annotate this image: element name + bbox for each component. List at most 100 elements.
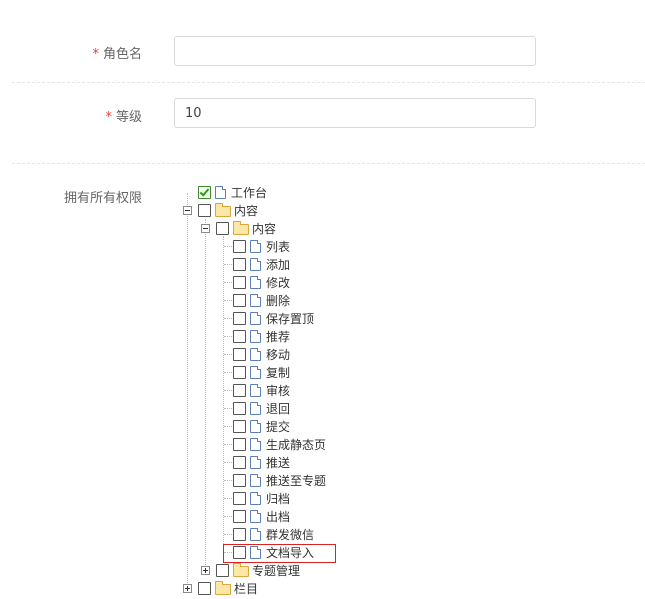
tree-line bbox=[224, 372, 232, 373]
tree-node-leaf: 退回 bbox=[233, 399, 290, 417]
tree-node-label[interactable]: 移动 bbox=[266, 346, 290, 363]
document-icon bbox=[250, 239, 261, 253]
tree-node-content-root: 内容 bbox=[183, 201, 258, 219]
tree-node-label[interactable]: 群发微信 bbox=[266, 526, 314, 543]
tree-node-label[interactable]: 列表 bbox=[266, 238, 290, 255]
tree-line bbox=[224, 480, 232, 481]
document-icon bbox=[250, 329, 261, 343]
tree-node-leaf: 生成静态页 bbox=[233, 435, 326, 453]
tree-node-leaf: 推荐 bbox=[233, 327, 290, 345]
tree-node-label[interactable]: 工作台 bbox=[231, 184, 267, 201]
document-icon bbox=[250, 275, 261, 289]
checkbox-icon[interactable] bbox=[198, 581, 211, 595]
tree-node-leaf: 删除 bbox=[233, 291, 290, 309]
document-icon bbox=[215, 185, 226, 199]
tree-line bbox=[224, 498, 232, 499]
checkbox-icon[interactable] bbox=[233, 509, 246, 523]
tree-node-leaf: 出档 bbox=[233, 507, 290, 525]
tree-node-label[interactable]: 修改 bbox=[266, 274, 290, 291]
tree-node-label[interactable]: 推送至专题 bbox=[266, 472, 326, 489]
tree-node-leaf: 复制 bbox=[233, 363, 290, 381]
checkbox-icon[interactable] bbox=[233, 383, 246, 397]
tree-node-label[interactable]: 提交 bbox=[266, 418, 290, 435]
checkbox-icon[interactable] bbox=[233, 455, 246, 469]
tree-node-leaf: 归档 bbox=[233, 489, 290, 507]
tree-line bbox=[224, 336, 232, 337]
tree-node-label[interactable]: 生成静态页 bbox=[266, 436, 326, 453]
checkbox-icon[interactable] bbox=[233, 437, 246, 451]
checkbox-checked-icon[interactable] bbox=[198, 185, 211, 199]
tree-line bbox=[224, 264, 232, 265]
checkbox-icon[interactable] bbox=[233, 311, 246, 325]
checkbox-icon[interactable] bbox=[233, 329, 246, 343]
tree-line bbox=[224, 408, 232, 409]
tree-node-label[interactable]: 保存置顶 bbox=[266, 310, 314, 327]
document-icon bbox=[250, 383, 261, 397]
tree-line bbox=[224, 390, 232, 391]
checkbox-icon[interactable] bbox=[233, 347, 246, 361]
checkbox-icon[interactable] bbox=[233, 419, 246, 433]
checkbox-icon[interactable] bbox=[233, 401, 246, 415]
checkbox-icon[interactable] bbox=[233, 527, 246, 541]
checkbox-icon[interactable] bbox=[233, 257, 246, 271]
tree-node-label[interactable]: 内容 bbox=[234, 202, 258, 219]
tree-node-label[interactable]: 栏目 bbox=[234, 580, 258, 597]
folder-open-icon bbox=[215, 202, 231, 217]
document-icon bbox=[250, 527, 261, 541]
tree-node-leaf: 群发微信 bbox=[233, 525, 314, 543]
tree-line bbox=[224, 300, 232, 301]
tree-node-label[interactable]: 添加 bbox=[266, 256, 290, 273]
collapse-icon[interactable] bbox=[201, 223, 210, 233]
document-icon bbox=[250, 401, 261, 415]
expand-icon[interactable] bbox=[183, 583, 192, 593]
tree-node-leaf: 修改 bbox=[233, 273, 290, 291]
tree-node-label[interactable]: 归档 bbox=[266, 490, 290, 507]
document-icon bbox=[250, 293, 261, 307]
tree-line bbox=[224, 444, 232, 445]
tree-node-label[interactable]: 内容 bbox=[252, 220, 276, 237]
checkbox-icon[interactable] bbox=[198, 203, 211, 217]
tree-node-label[interactable]: 退回 bbox=[266, 400, 290, 417]
checkbox-icon[interactable] bbox=[233, 275, 246, 289]
tree-node-leaf: 推送 bbox=[233, 453, 290, 471]
checkbox-icon[interactable] bbox=[233, 365, 246, 379]
document-icon bbox=[250, 311, 261, 325]
permission-tree: 工作台 内容 内容 列表 添加 修改 删除 保存置顶 推荐 移动 复制 审核 退回 提交 生成静态页推… bbox=[0, 0, 645, 599]
tree-node-label[interactable]: 专题管理 bbox=[252, 562, 300, 579]
folder-closed-icon bbox=[215, 580, 231, 595]
tree-node-label[interactable]: 出档 bbox=[266, 508, 290, 525]
document-icon bbox=[250, 347, 261, 361]
tree-node-label[interactable]: 推荐 bbox=[266, 328, 290, 345]
collapse-icon[interactable] bbox=[183, 205, 192, 215]
expand-icon[interactable] bbox=[201, 565, 210, 575]
tree-line bbox=[224, 462, 232, 463]
tree-line bbox=[224, 426, 232, 427]
tree-line bbox=[224, 516, 232, 517]
checkbox-icon[interactable] bbox=[216, 221, 229, 235]
tree-node-label[interactable]: 复制 bbox=[266, 364, 290, 381]
tree-node-content: 内容 bbox=[201, 219, 276, 237]
checkbox-icon[interactable] bbox=[216, 563, 229, 577]
tree-node-label[interactable]: 删除 bbox=[266, 292, 290, 309]
tree-node-leaf: 列表 bbox=[233, 237, 290, 255]
document-icon bbox=[250, 365, 261, 379]
tree-node-leaf: 提交 bbox=[233, 417, 290, 435]
tree-node-leaf: 审核 bbox=[233, 381, 290, 399]
tree-node-leaf: 添加 bbox=[233, 255, 290, 273]
tree-node-label[interactable]: 推送 bbox=[266, 454, 290, 471]
tree-line bbox=[187, 193, 188, 589]
checkbox-icon[interactable] bbox=[233, 239, 246, 253]
document-icon bbox=[250, 491, 261, 505]
checkbox-icon[interactable] bbox=[233, 491, 246, 505]
folder-open-icon bbox=[233, 220, 249, 235]
tree-node-leaf: 保存置顶 bbox=[233, 309, 314, 327]
checkbox-icon[interactable] bbox=[233, 293, 246, 307]
tree-node-workbench: 工作台 bbox=[198, 183, 267, 201]
tree-node-label[interactable]: 审核 bbox=[266, 382, 290, 399]
document-icon bbox=[250, 473, 261, 487]
tree-node-leaf: 推送至专题 bbox=[233, 471, 326, 489]
tree-line bbox=[224, 282, 232, 283]
tree-node-topics: 专题管理 bbox=[201, 561, 300, 579]
tree-line bbox=[205, 219, 206, 571]
checkbox-icon[interactable] bbox=[233, 473, 246, 487]
